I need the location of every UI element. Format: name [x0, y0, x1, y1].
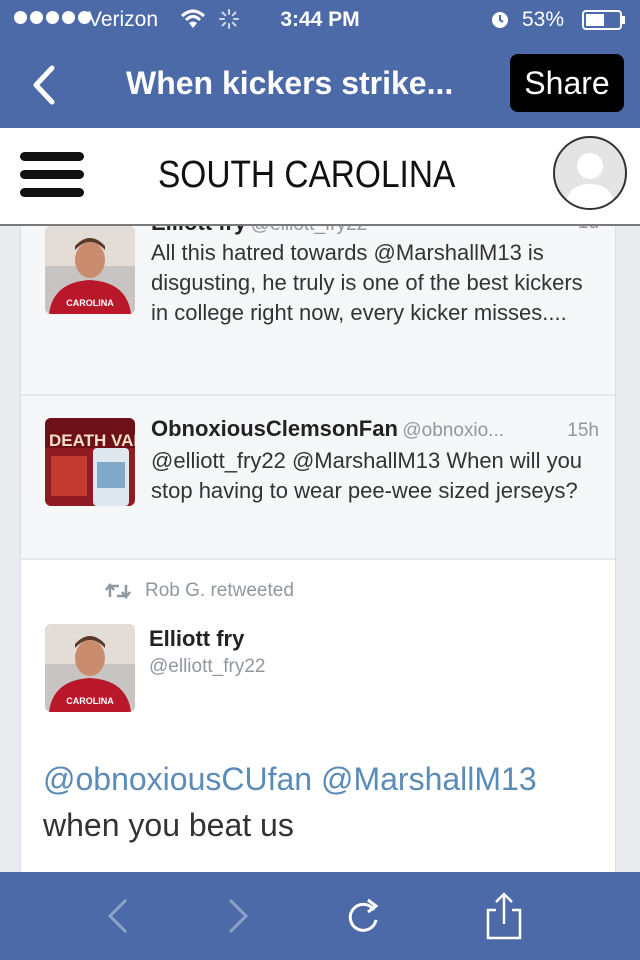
tweet-author-name[interactable]: Elliott fry: [149, 626, 244, 652]
retweet-indicator: Rob G. retweeted: [105, 580, 294, 602]
battery-icon: [582, 10, 625, 30]
tweet-text: All this hatred towards @MarshallM13 is …: [151, 240, 583, 325]
tweet-time: 15h: [567, 420, 599, 441]
battery-percent: 53%: [522, 8, 565, 31]
back-arrow-icon[interactable]: [98, 892, 138, 940]
profile-photo[interactable]: CAROLINA: [45, 624, 135, 712]
share-button[interactable]: Share: [510, 54, 624, 112]
photo-label: CAROLINA: [66, 696, 114, 706]
hamburger-menu-icon[interactable]: [20, 152, 84, 202]
tweet-card[interactable]: CAROLINA Elliott fry @elliott_fry22 1d A…: [21, 226, 615, 396]
reload-icon[interactable]: [344, 892, 384, 940]
share-icon[interactable]: [484, 892, 524, 940]
status-bar: Verizon 3:44 PM 53%: [0, 0, 640, 40]
tweet-card[interactable]: Rob G. retweeted CAROLINA Elliott fry @e…: [21, 560, 615, 872]
profile-photo[interactable]: DEATH VAL: [45, 418, 135, 506]
alarm-icon: [492, 12, 508, 28]
forward-arrow-icon[interactable]: [218, 892, 258, 940]
chevron-left-icon[interactable]: [26, 62, 60, 108]
top-bar: Verizon 3:44 PM 53% When kickers strike.…: [0, 0, 640, 128]
mention-link[interactable]: @obnoxiousCUfan: [43, 761, 312, 797]
mention-link[interactable]: @MarshallM13: [321, 761, 537, 797]
tweet-time: 1d: [578, 226, 599, 234]
user-avatar-icon[interactable]: [553, 136, 627, 210]
tweet-author-handle[interactable]: @obnoxio...: [402, 420, 504, 441]
tweet-feed[interactable]: CAROLINA Elliott fry @elliott_fry22 1d A…: [20, 226, 616, 872]
team-title: SOUTH CAROLINA: [158, 154, 456, 196]
tweet-card[interactable]: DEATH VAL ObnoxiousClemsonFan @obnoxio..…: [21, 396, 615, 560]
navigation-bar: When kickers strike... Share: [0, 40, 640, 128]
photo-label: CAROLINA: [66, 298, 114, 308]
retweeted-by[interactable]: Rob G. retweeted: [145, 580, 294, 602]
tweet-author-handle[interactable]: @elliott_fry22: [251, 226, 367, 235]
tweet-text: @obnoxiousCUfan @MarshallM13 when you be…: [43, 756, 603, 848]
retweet-icon: [105, 582, 131, 600]
photo-label: DEATH VAL: [49, 431, 135, 450]
tweet-body: when you beat us: [43, 807, 294, 843]
tweet-author-handle[interactable]: @elliott_fry22: [149, 656, 265, 678]
page-title: When kickers strike...: [126, 65, 454, 101]
tweet-author-name[interactable]: ObnoxiousClemsonFan: [151, 416, 398, 441]
tweet-author-name[interactable]: Elliott fry: [151, 226, 246, 235]
tweet-header: ObnoxiousClemsonFan @obnoxio...: [151, 416, 504, 442]
tweet-text: @elliott_fry22 @MarshallM13 When will yo…: [151, 448, 583, 503]
tweet-header: Elliott fry @elliott_fry22: [151, 226, 581, 236]
profile-photo[interactable]: CAROLINA: [45, 226, 135, 314]
browser-toolbar: [0, 872, 640, 960]
team-header: SOUTH CAROLINA: [0, 128, 640, 226]
